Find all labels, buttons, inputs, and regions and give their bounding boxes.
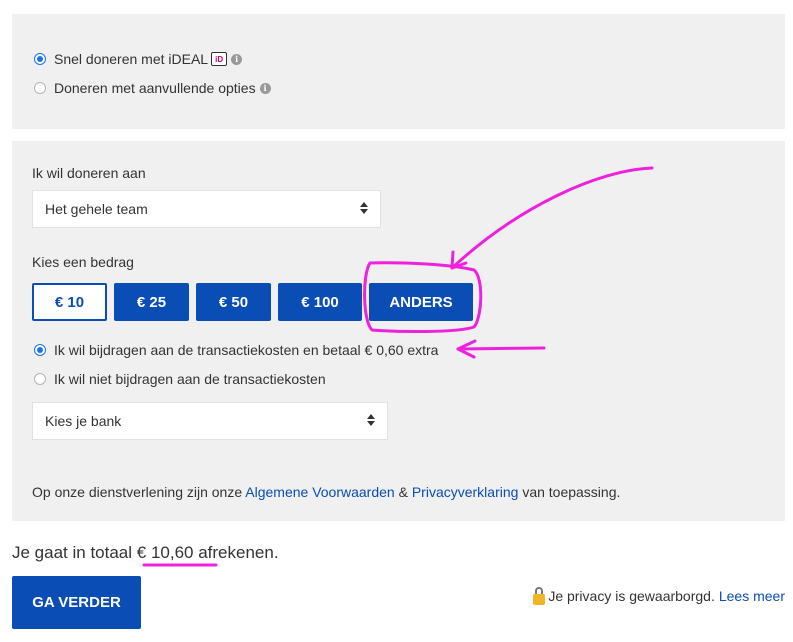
radio-fee-yes-button[interactable] xyxy=(34,344,46,356)
select-arrows-icon xyxy=(367,414,375,426)
privacy-policy-link[interactable]: Privacyverklaring xyxy=(412,484,519,500)
terms-prefix: Op onze dienstverlening zijn onze xyxy=(32,484,243,500)
bank-select[interactable]: Kies je bank xyxy=(32,402,388,440)
privacy-text: Je privacy is gewaarborgd. xyxy=(548,588,715,604)
donation-panel: Ik wil doneren aan Het gehele team Kies … xyxy=(12,141,785,521)
amount-button-10[interactable]: € 10 xyxy=(32,283,107,321)
radio-extra-options-button[interactable] xyxy=(34,82,46,94)
ideal-icon: iD xyxy=(211,52,228,66)
privacy-note: Je privacy is gewaarborgd. Lees meer xyxy=(533,587,785,605)
recipient-select-value: Het gehele team xyxy=(45,201,148,217)
radio-fee-yes-label: Ik wil bijdragen aan de transactiekosten… xyxy=(54,342,439,358)
privacy-read-more-link[interactable]: Lees meer xyxy=(719,588,785,604)
bank-select-placeholder: Kies je bank xyxy=(45,413,122,429)
terms-amp: & xyxy=(398,484,408,500)
radio-ideal-button[interactable] xyxy=(34,53,46,65)
radio-extra-options[interactable]: Doneren met aanvullende opties i xyxy=(34,80,271,96)
total-text: Je gaat in totaal € 10,60 afrekenen. xyxy=(12,543,279,563)
amount-buttons: € 10 € 25 € 50 € 100 ANDERS xyxy=(32,283,473,321)
amount-label: Kies een bedrag xyxy=(32,254,134,270)
radio-fee-no-button[interactable] xyxy=(34,373,46,385)
total-amount: € 10,60 afrekenen. xyxy=(136,543,279,562)
terms-link[interactable]: Algemene Voorwaarden xyxy=(245,484,394,500)
select-arrows-icon xyxy=(360,202,368,214)
lock-icon xyxy=(533,587,546,605)
amount-button-50[interactable]: € 50 xyxy=(196,283,271,321)
info-icon[interactable]: i xyxy=(259,82,271,94)
payment-method-panel: Snel doneren met iDEAL iD i Doneren met … xyxy=(12,14,785,129)
recipient-select[interactable]: Het gehele team xyxy=(32,190,381,228)
total-prefix: Je gaat in totaal xyxy=(12,543,133,562)
info-icon[interactable]: i xyxy=(231,53,243,65)
recipient-label: Ik wil doneren aan xyxy=(32,165,146,181)
terms-text: Op onze dienstverlening zijn onze Algeme… xyxy=(32,484,620,500)
terms-suffix: van toepassing. xyxy=(522,484,621,500)
radio-fee-no[interactable]: Ik wil niet bijdragen aan de transactiek… xyxy=(34,371,326,387)
radio-fee-yes[interactable]: Ik wil bijdragen aan de transactiekosten… xyxy=(34,342,438,358)
amount-button-25[interactable]: € 25 xyxy=(114,283,189,321)
radio-ideal-label: Snel doneren met iDEAL xyxy=(54,51,209,67)
radio-extra-options-label: Doneren met aanvullende opties xyxy=(54,80,256,96)
amount-button-other[interactable]: ANDERS xyxy=(369,283,473,321)
amount-button-100[interactable]: € 100 xyxy=(278,283,362,321)
continue-button[interactable]: GA VERDER xyxy=(12,576,141,629)
radio-fee-no-label: Ik wil niet bijdragen aan de transactiek… xyxy=(54,371,326,387)
radio-ideal[interactable]: Snel doneren met iDEAL iD i xyxy=(34,51,243,67)
